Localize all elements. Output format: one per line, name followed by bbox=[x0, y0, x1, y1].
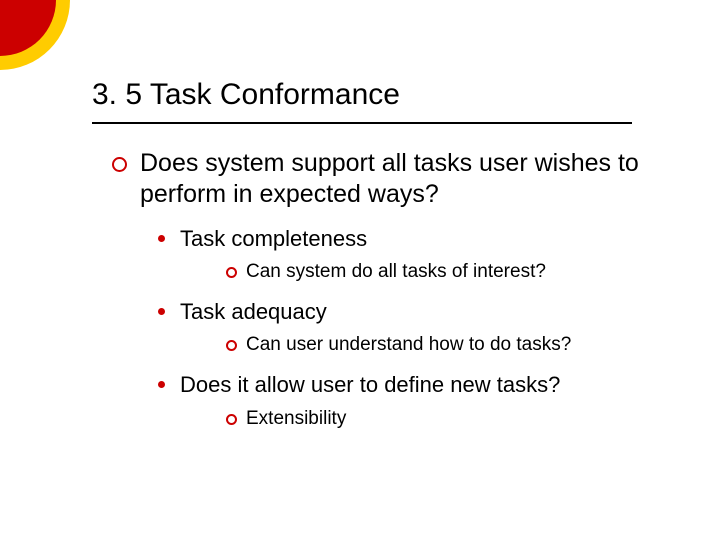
title-underline bbox=[92, 122, 632, 124]
bullet-level3: Can system do all tasks of interest? bbox=[226, 260, 652, 284]
bullet-level1: Does system support all tasks user wishe… bbox=[112, 148, 652, 430]
bullet-text: Task adequacy bbox=[180, 299, 327, 324]
bullet-level2: Task completeness Can system do all task… bbox=[158, 225, 652, 284]
corner-decoration bbox=[0, 0, 70, 70]
bullet-level2: Does it allow user to define new tasks? … bbox=[158, 371, 652, 430]
slide-title: 3. 5 Task Conformance bbox=[92, 78, 400, 112]
bullet-level2: Task adequacy Can user understand how to… bbox=[158, 298, 652, 357]
bullet-text: Can system do all tasks of interest? bbox=[246, 261, 546, 282]
bullet-text: Extensibility bbox=[246, 408, 346, 429]
bullet-text: Does it allow user to define new tasks? bbox=[180, 372, 560, 397]
slide: 3. 5 Task Conformance Does system suppor… bbox=[0, 0, 720, 540]
bullet-text: Can user understand how to do tasks? bbox=[246, 334, 571, 355]
bullet-level3: Extensibility bbox=[226, 407, 652, 431]
slide-content: Does system support all tasks user wishe… bbox=[112, 140, 652, 430]
bullet-text: Does system support all tasks user wishe… bbox=[140, 149, 639, 208]
bullet-level3: Can user understand how to do tasks? bbox=[226, 333, 652, 357]
bullet-text: Task completeness bbox=[180, 226, 367, 251]
